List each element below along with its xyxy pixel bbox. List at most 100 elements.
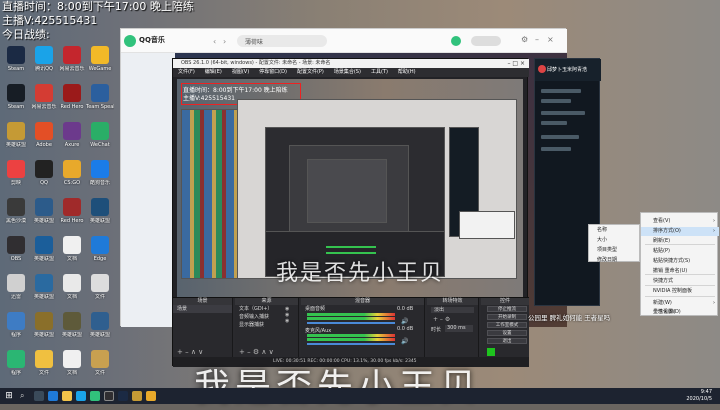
mic-speaker-icon[interactable]: 🔊 (401, 338, 408, 345)
desktop-icon[interactable]: Adobe (30, 120, 58, 160)
mic-audio-slider[interactable] (307, 343, 395, 345)
sort-option[interactable]: 项目类型 (589, 245, 639, 255)
context-menu-item[interactable]: 个性化(R) (641, 308, 719, 317)
desktop-icon[interactable]: Red Hero (58, 196, 86, 236)
close-icon[interactable]: × (547, 35, 554, 44)
start-recording-button[interactable]: 开始录制 (487, 314, 527, 320)
chat-panel[interactable]: 邱梦卜玉米阿青浩 (534, 58, 601, 306)
desktop-icon[interactable]: Red Hero (58, 82, 86, 122)
desktop-icon[interactable]: 英雄联盟 (30, 272, 58, 312)
desktop-icon[interactable]: Steam (2, 44, 30, 84)
desktop-icon[interactable]: 迅雷 (2, 272, 30, 312)
lol-taskbar-icon[interactable] (132, 391, 142, 401)
sort-submenu[interactable]: 名称 大小 项目类型 修改日期 (588, 224, 640, 265)
desktop-icon[interactable]: 剪映 (2, 158, 30, 198)
back-arrow-icon[interactable]: ‹ (213, 37, 216, 46)
desktop-icon[interactable]: 程序 (2, 348, 30, 388)
obs-menu-item[interactable]: 编辑(E) (205, 69, 222, 75)
qq-music-taskbar-icon[interactable] (90, 391, 100, 401)
transition-add-remove-icons[interactable]: + – ⚙ (433, 316, 450, 323)
desktop-icon[interactable]: 英雄联盟 (30, 310, 58, 350)
speaker-icon[interactable]: 🔊 (401, 318, 408, 325)
task-view-icon[interactable] (34, 391, 44, 401)
steam-taskbar-icon[interactable] (118, 391, 128, 401)
windows-start-icon[interactable]: ⊞ (4, 391, 14, 401)
desktop-icon[interactable]: 英雄联盟 (30, 196, 58, 236)
desktop-context-menu[interactable]: 查看(V) › 排序方式(O) › 刷新(E) 粘贴(P) 粘贴快捷方式(S) 撤销 重命名(… (640, 212, 719, 317)
transitions-dock[interactable]: 转场特效 淡出 + – ⚙ 时长 300 ms (427, 298, 479, 358)
qq-music-titlebar[interactable]: QQ音乐 ‹ › 薄荷味 ⚙ – × (121, 29, 567, 53)
obs-menu-bar[interactable]: 文件(F) 编辑(E) 视图(V) 停靠窗口(D) 配置文件(P) 场景集合(S) 工具(T… (173, 68, 529, 77)
desktop-icon[interactable]: 酷狗音乐 (86, 158, 114, 198)
qq-icon[interactable] (76, 391, 86, 401)
desktop-icon[interactable]: QQ (30, 158, 58, 198)
context-menu-item[interactable]: 排序方式(O) › (641, 227, 719, 236)
desktop-icon[interactable]: 文件 (30, 348, 58, 388)
duration-input[interactable]: 300 ms (445, 325, 473, 332)
transition-type-select[interactable]: 淡出 (431, 307, 474, 313)
desktop-icon[interactable]: Steam (2, 82, 30, 122)
sources-dock[interactable]: 来源 文本（GDI+） 音频输入捕获 显示器捕获 ◉ ◉ ◉ + – ⚙ ∧ ∨ (235, 298, 299, 358)
edge-icon[interactable] (48, 391, 58, 401)
desktop-icon[interactable]: 黑色沙漠 (2, 196, 30, 236)
taskbar-clock[interactable]: 9:47 2020/10/5 (686, 389, 712, 403)
context-menu-item[interactable]: 粘贴(P) (641, 247, 719, 256)
desktop-icon[interactable]: 网易云音乐 (30, 82, 58, 122)
desktop-icon[interactable]: 英雄联盟 (30, 234, 58, 274)
desktop-icon[interactable]: Edge (86, 234, 114, 274)
obs-menu-item[interactable]: 视图(V) (232, 69, 249, 75)
qq-music-search-input[interactable]: 薄荷味 (237, 35, 327, 47)
desktop-icon[interactable]: 英雄联盟 (86, 196, 114, 236)
desktop-icon[interactable]: 英雄联盟 (86, 310, 114, 350)
desktop-icon[interactable]: OBS (2, 234, 30, 274)
obs-menu-item[interactable]: 配置文件(P) (297, 69, 324, 75)
desktop-icon[interactable]: 英雄联盟 (2, 120, 30, 160)
window-controls[interactable]: – □ × (473, 59, 529, 68)
desktop-icon[interactable]: 程序 (2, 310, 30, 350)
desktop-icon[interactable]: WeChat (86, 120, 114, 160)
obs-menu-item[interactable]: 场景集合(S) (334, 69, 361, 75)
context-menu-item[interactable]: 查看(V) › (641, 217, 719, 226)
obs-menu-item[interactable]: 文件(F) (178, 69, 195, 75)
scene-add-remove-icons[interactable]: + – ∧ ∨ (177, 348, 203, 356)
app-taskbar-icon[interactable] (146, 391, 156, 401)
context-menu-item[interactable]: 新建(W) › (641, 299, 719, 308)
desktop-icon[interactable]: 英雄联盟 (58, 310, 86, 350)
source-visibility-eye-icon[interactable]: ◉ ◉ ◉ (285, 306, 289, 324)
user-avatar[interactable] (451, 36, 461, 46)
desktop-audio-slider[interactable] (307, 322, 395, 324)
desktop-icon[interactable]: Team Speak (86, 82, 114, 122)
file-explorer-icon[interactable] (62, 391, 72, 401)
scene-item[interactable]: 场景 (173, 305, 232, 313)
obs-menu-item[interactable]: 停靠窗口(D) (259, 69, 287, 75)
desktop-icon[interactable]: 文档 (58, 234, 86, 274)
desktop-icon[interactable]: 文件 (86, 272, 114, 312)
stop-streaming-button[interactable]: 停止推流 (487, 306, 527, 312)
context-menu-item[interactable]: NVIDIA 控制面板 (641, 287, 719, 296)
desktop-icon[interactable]: Axure (58, 120, 86, 160)
obs-window[interactable]: OBS 26.1.0 (64-bit, windows) - 配置文件: 未命名… (172, 58, 529, 367)
forward-arrow-icon[interactable]: › (223, 37, 226, 46)
controls-dock[interactable]: 控件 停止推流 开始录制 工作室模式 设置 退出 (481, 298, 529, 358)
windows-taskbar[interactable]: ⊞ ⌕ 9:47 2020/10/5 (0, 388, 720, 404)
obs-menu-item[interactable]: 工具(T) (371, 69, 388, 75)
search-icon[interactable]: ⌕ (20, 391, 30, 401)
desktop-icon[interactable]: 文档 (58, 348, 86, 388)
desktop-icon[interactable]: 网易云音乐 (58, 44, 86, 84)
context-menu-item[interactable]: 粘贴快捷方式(S) (641, 257, 719, 266)
settings-button[interactable]: 设置 (487, 330, 527, 336)
settings-gear-icon[interactable]: ⚙ (521, 35, 528, 44)
exit-button[interactable]: 退出 (487, 338, 527, 344)
sort-option[interactable]: 修改日期 (589, 255, 639, 265)
source-add-remove-icons[interactable]: + – ⚙ ∧ ∨ (239, 348, 274, 356)
desktop-icon[interactable]: 文件 (86, 348, 114, 388)
sort-option[interactable]: 大小 (589, 235, 639, 245)
scenes-dock[interactable]: 场景 场景 + – ∧ ∨ (173, 298, 233, 358)
audio-mixer-dock[interactable]: 混音器 桌面音频 0.0 dB 🔊 麦克风/Aux 0.0 dB 🔊 (301, 298, 425, 358)
obs-taskbar-icon[interactable] (104, 391, 114, 401)
desktop-icon[interactable]: 文档 (58, 272, 86, 312)
desktop-icon[interactable]: CS:GO (58, 158, 86, 198)
minimize-icon[interactable]: – (535, 35, 539, 44)
studio-mode-button[interactable]: 工作室模式 (487, 322, 527, 328)
desktop-icon[interactable]: WeGame (86, 44, 114, 84)
